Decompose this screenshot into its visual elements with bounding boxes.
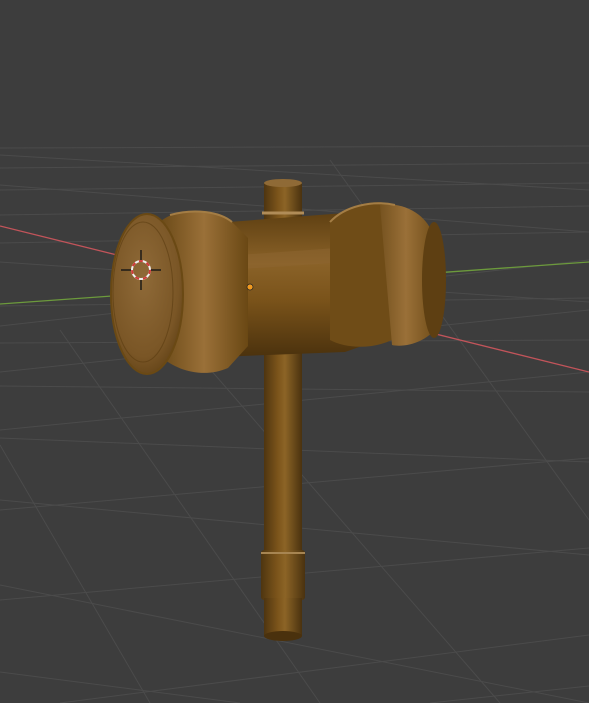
hammer-object[interactable]: [110, 179, 446, 641]
hammer-right-face[interactable]: [422, 222, 446, 338]
3d-viewport[interactable]: [0, 0, 589, 703]
handle-shaft[interactable]: [264, 330, 302, 555]
handle-end[interactable]: [264, 598, 302, 636]
handle-grip[interactable]: [261, 550, 305, 600]
object-origin-dot[interactable]: [246, 283, 254, 291]
viewport-canvas[interactable]: [0, 0, 589, 703]
